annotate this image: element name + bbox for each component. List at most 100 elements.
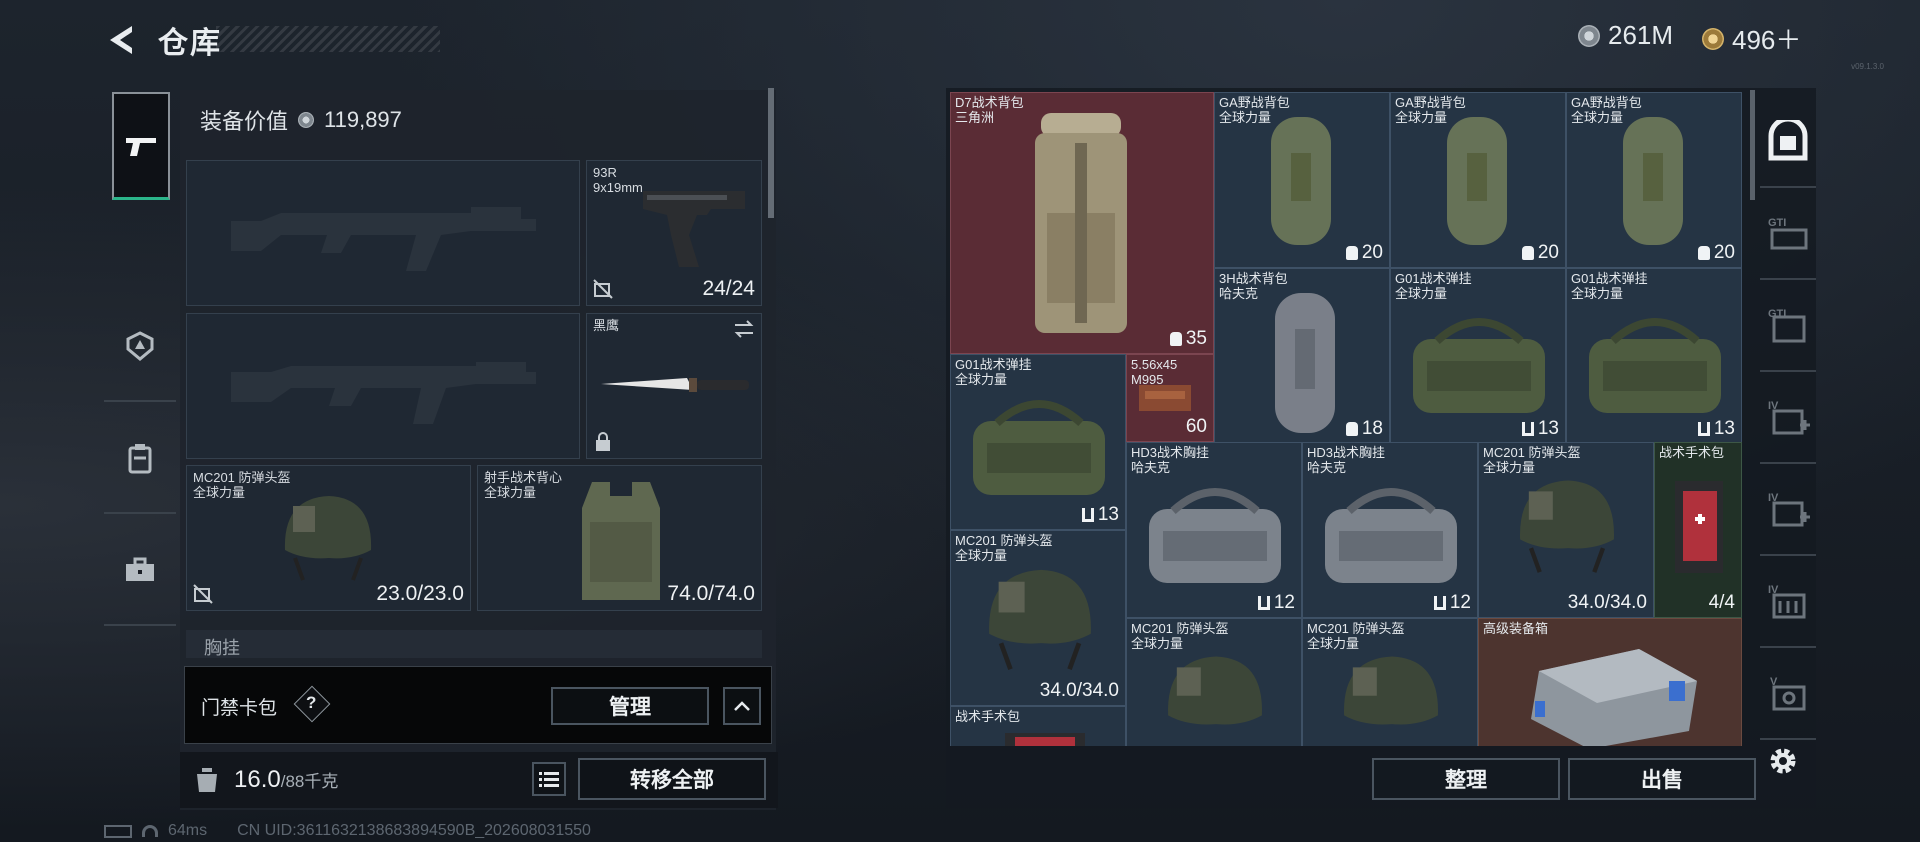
rig-item-image: [1413, 318, 1545, 413]
swap-icon[interactable]: [733, 320, 755, 338]
inventory-item[interactable]: GA野战背包 全球力量 20: [1390, 92, 1566, 268]
rifle-silhouette-icon: [231, 362, 536, 424]
armor-durability: 74.0/74.0: [667, 582, 755, 605]
secondary-weapon-slot[interactable]: [186, 313, 580, 459]
tab-storage-gti-2[interactable]: GTI: [1760, 280, 1816, 372]
inventory-item[interactable]: MC201 防弹头盔 全球力量: [1302, 618, 1478, 746]
silver-coin-icon: [1578, 24, 1600, 47]
lock-icon: [596, 432, 610, 451]
sort-button[interactable]: 整理: [1372, 758, 1560, 800]
pistol-name: 93R 9x19mm: [593, 165, 643, 195]
unequip-icon[interactable]: [193, 584, 213, 604]
uid-label: CN UID:3611632138683894590B_202608031550: [237, 822, 591, 839]
helmet-durability: 23.0/23.0: [376, 582, 464, 605]
inventory-item[interactable]: 高级装备箱: [1478, 618, 1742, 746]
armor-badge-icon: [126, 331, 154, 361]
inventory-item[interactable]: 5.56x45 M995 60: [1126, 354, 1214, 442]
medical-storage-iv-2-icon: IV: [1768, 492, 1810, 527]
backpack-capacity-icon: [1345, 246, 1358, 260]
inventory-item[interactable]: 战术手术包 4/4: [1654, 442, 1742, 618]
keycard-bar: 门禁卡包 ? 管理: [184, 666, 772, 744]
inventory-item[interactable]: D7战术背包 三角洲 35: [950, 92, 1214, 354]
melee-name: 黑鹰: [593, 318, 620, 333]
weight-current: 16.0: [234, 766, 281, 793]
gold-value: 496＋: [1732, 25, 1802, 55]
pistol-item-image: [643, 191, 745, 267]
tab-case[interactable]: [104, 516, 176, 626]
briefcase-icon: [126, 557, 154, 581]
tab-weapons[interactable]: [112, 92, 170, 200]
ping-value: 64ms: [168, 822, 208, 839]
helmet-item-image: [989, 569, 1091, 670]
backpack-capacity-icon: [1169, 332, 1182, 346]
inventory-item[interactable]: G01战术弹挂 全球力量 13: [1566, 268, 1742, 444]
tab-storage-gti[interactable]: GTI: [1760, 188, 1816, 280]
inventory-grid: D7战术背包 三角洲 35 GA野战背包 全球力量 20 GA野战背包 全球力量 20…: [950, 92, 1742, 746]
storage-gti-2-icon: GTI: [1768, 308, 1806, 343]
tab-armor[interactable]: [104, 292, 176, 402]
tab-storage-v[interactable]: V: [1760, 648, 1816, 740]
inventory-item[interactable]: G01战术弹挂 全球力量 13: [1390, 268, 1566, 444]
transfer-all-button[interactable]: 转移全部: [578, 758, 766, 800]
version-label: v09.1.3.0: [1851, 62, 1884, 71]
inventory-item[interactable]: MC201 防弹头盔 全球力量 34.0/34.0: [950, 530, 1126, 706]
inventory-item[interactable]: MC201 防弹头盔 全球力量: [1126, 618, 1302, 746]
rig-capacity-icon: [1257, 596, 1270, 610]
loadout-scrollbar[interactable]: [768, 88, 774, 218]
rig-item-image: [1589, 318, 1721, 413]
keycard-label: 门禁卡包: [201, 698, 278, 719]
pistol-icon: [126, 137, 156, 156]
list-view-button[interactable]: [532, 762, 566, 796]
inventory-item[interactable]: 3H战术背包 哈夫克 18: [1214, 268, 1390, 444]
pistol-slot[interactable]: 93R 9x19mm 24/24: [586, 160, 762, 306]
equipment-case-item-image: [1531, 649, 1697, 746]
backpack-capacity-icon: [1521, 246, 1534, 260]
safe-box-icon: [1768, 120, 1808, 161]
duffel-backpack-item-image: [1623, 117, 1683, 245]
currency-silver: 261M: [1578, 20, 1673, 51]
back-button[interactable]: [102, 22, 142, 58]
inventory-item[interactable]: HD3战术胸挂 哈夫克 12: [1126, 442, 1302, 618]
help-icon-glyph: ?: [306, 693, 317, 712]
duffel-backpack-item-image: [1271, 117, 1331, 245]
inventory-item[interactable]: G01战术弹挂 全球力量 13: [950, 354, 1126, 530]
inventory-item[interactable]: MC201 防弹头盔 全球力量 34.0/34.0: [1478, 442, 1654, 618]
chest-rig-header: 胸挂: [186, 630, 762, 658]
rig-item-image: [1149, 488, 1281, 583]
storage-gti-icon: GTI: [1768, 217, 1808, 250]
tab-safe-box[interactable]: [1760, 96, 1816, 188]
inventory-scrollbar[interactable]: [1750, 90, 1755, 200]
duffel-backpack-item-image: [1447, 117, 1507, 245]
tab-vest[interactable]: [104, 404, 176, 514]
sell-button[interactable]: 出售: [1568, 758, 1756, 800]
pistol-ammo: 24/24: [702, 277, 755, 300]
equipment-value: 装备价值 119,897: [200, 104, 402, 136]
rifle-silhouette-icon: [231, 207, 536, 271]
storage-v-icon: V: [1770, 676, 1806, 711]
settings-button[interactable]: [1766, 744, 1800, 783]
inventory-item[interactable]: GA野战背包 全球力量 20: [1566, 92, 1742, 268]
inventory-item[interactable]: GA野战背包 全球力量 20: [1214, 92, 1390, 268]
battery-icon: [104, 824, 132, 838]
page-title: 仓库: [158, 27, 222, 60]
inventory-item[interactable]: 战术手术包: [950, 706, 1126, 746]
rig-capacity-icon: [1081, 508, 1094, 522]
rig-item-image: [973, 400, 1105, 495]
armor-slot[interactable]: 射手战术背心 全球力量 74.0/74.0: [477, 465, 762, 611]
melee-slot[interactable]: 黑鹰: [586, 313, 762, 459]
weight-bag-icon: [197, 768, 217, 792]
helmet-item-image: [1520, 480, 1615, 573]
collapse-button[interactable]: [723, 687, 761, 725]
tab-storage-iv-3[interactable]: IV: [1760, 556, 1816, 648]
currency-gold: 496＋: [1702, 20, 1801, 57]
unequip-icon[interactable]: [593, 279, 613, 299]
manage-button[interactable]: 管理: [551, 687, 709, 725]
tab-medical-storage-iv[interactable]: IV: [1760, 372, 1816, 464]
list-icon: [539, 772, 559, 787]
weight-max: /88千克: [280, 772, 339, 791]
silver-value: 261M: [1608, 20, 1674, 50]
tab-medical-storage-iv-2[interactable]: IV: [1760, 464, 1816, 556]
helmet-slot[interactable]: MC201 防弹头盔 全球力量 23.0/23.0: [186, 465, 471, 611]
primary-weapon-slot[interactable]: [186, 160, 580, 306]
inventory-item[interactable]: HD3战术胸挂 哈夫克 12: [1302, 442, 1478, 618]
